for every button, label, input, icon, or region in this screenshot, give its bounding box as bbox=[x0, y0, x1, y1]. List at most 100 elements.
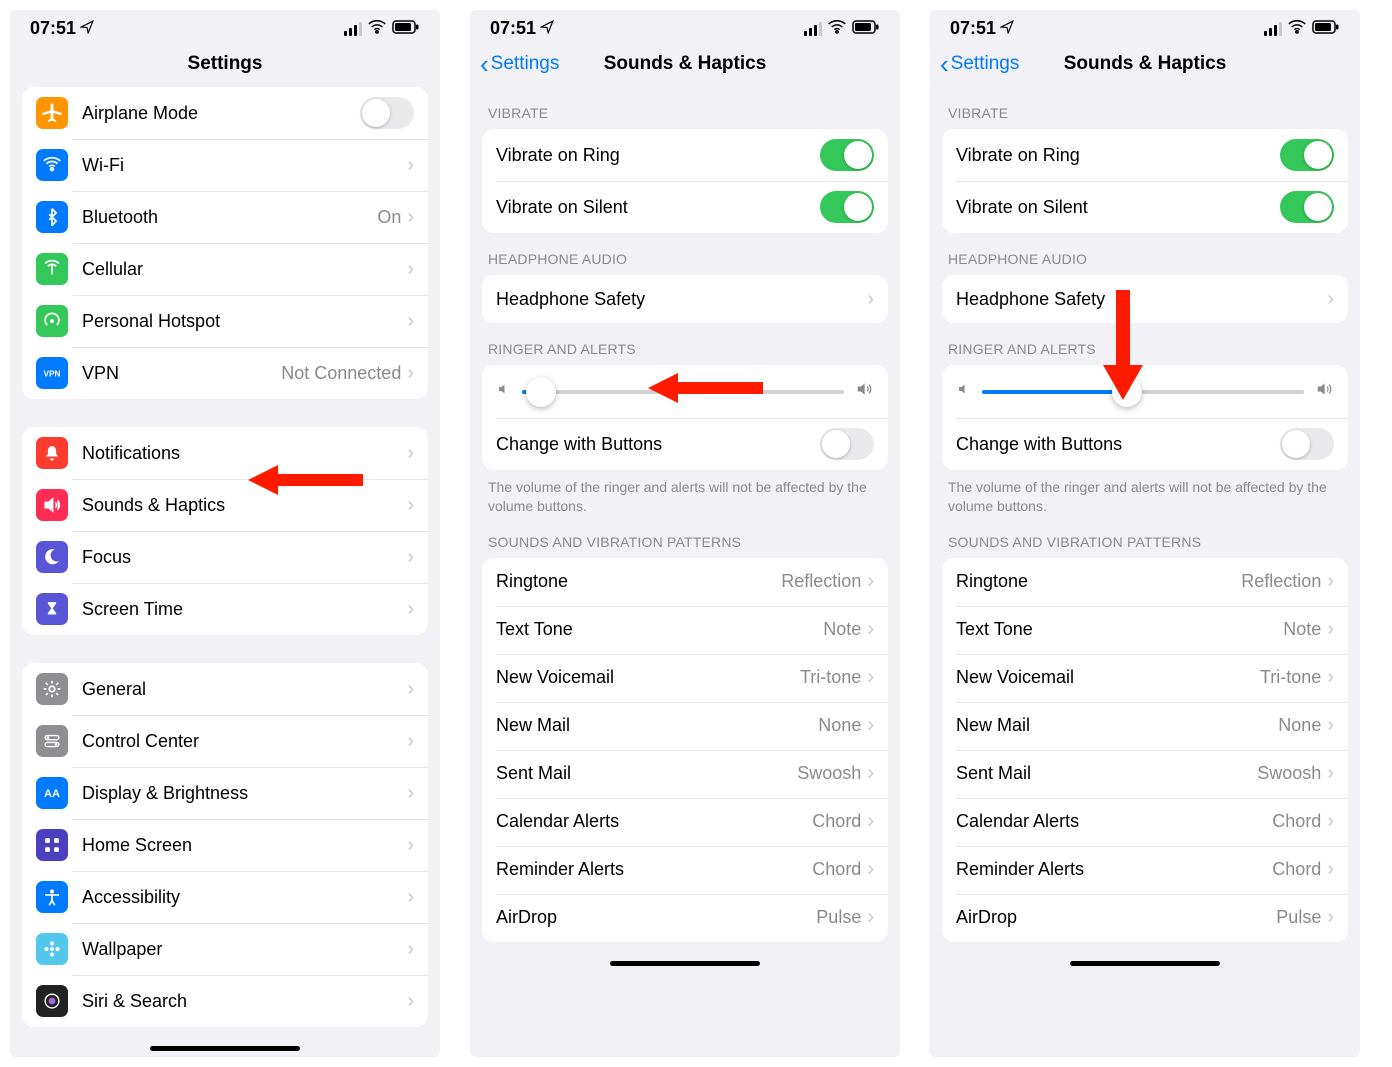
row-text-tone[interactable]: Text ToneNote› bbox=[942, 606, 1348, 654]
row-ringtone[interactable]: RingtoneReflection› bbox=[482, 558, 888, 606]
row-label: Bluetooth bbox=[82, 207, 377, 228]
row-label: Calendar Alerts bbox=[496, 811, 812, 832]
toggle-switch[interactable] bbox=[1280, 428, 1334, 460]
speaker-low-icon bbox=[956, 381, 972, 402]
row-reminder-alerts[interactable]: Reminder AlertsChord› bbox=[482, 846, 888, 894]
chevron-right-icon: › bbox=[407, 546, 414, 569]
row-label: Sent Mail bbox=[956, 763, 1257, 784]
row-change-with-buttons[interactable]: Change with Buttons bbox=[482, 418, 888, 470]
settings-row-display-brightness[interactable]: AA Display & Brightness› bbox=[22, 767, 428, 819]
settings-row-control-center[interactable]: Control Center› bbox=[22, 715, 428, 767]
settings-row-focus[interactable]: Focus› bbox=[22, 531, 428, 583]
settings-row-siri-search[interactable]: Siri & Search› bbox=[22, 975, 428, 1027]
row-new-mail[interactable]: New MailNone› bbox=[942, 702, 1348, 750]
settings-row-wi-fi[interactable]: Wi-Fi› bbox=[22, 139, 428, 191]
row-vibrate-on-silent[interactable]: Vibrate on Silent bbox=[482, 181, 888, 233]
toggle-switch[interactable] bbox=[820, 139, 874, 171]
row-airdrop[interactable]: AirDropPulse› bbox=[942, 894, 1348, 942]
row-headphone-safety[interactable]: Headphone Safety› bbox=[482, 275, 888, 323]
cellular-icon bbox=[36, 253, 68, 285]
vpn-icon: VPN bbox=[36, 357, 68, 389]
chevron-right-icon: › bbox=[1327, 906, 1334, 929]
toggle-switch[interactable] bbox=[820, 191, 874, 223]
row-vibrate-on-ring[interactable]: Vibrate on Ring bbox=[482, 129, 888, 181]
settings-row-general[interactable]: General› bbox=[22, 663, 428, 715]
row-label: Reminder Alerts bbox=[496, 859, 812, 880]
svg-text:AA: AA bbox=[44, 788, 60, 800]
row-change-with-buttons[interactable]: Change with Buttons bbox=[942, 418, 1348, 470]
page-title: Sounds & Haptics bbox=[1064, 53, 1227, 75]
nav-bar: ‹Settings Sounds & Haptics bbox=[930, 43, 1360, 87]
chevron-right-icon: › bbox=[407, 730, 414, 753]
speaker-high-icon bbox=[854, 379, 874, 404]
status-time: 07:51 bbox=[490, 18, 536, 39]
row-vibrate-on-silent[interactable]: Vibrate on Silent bbox=[942, 181, 1348, 233]
back-button[interactable]: ‹Settings bbox=[940, 51, 1019, 77]
section-header-vibrate: Vibrate bbox=[930, 87, 1360, 129]
chevron-right-icon: › bbox=[1327, 762, 1334, 785]
nav-bar: ‹Settings Sounds & Haptics bbox=[470, 43, 900, 87]
row-label: Screen Time bbox=[82, 599, 407, 620]
section-header-ringer: Ringer and Alerts bbox=[470, 323, 900, 365]
settings-row-vpn[interactable]: VPN VPNNot Connected› bbox=[22, 347, 428, 399]
row-sent-mail[interactable]: Sent MailSwoosh› bbox=[482, 750, 888, 798]
chevron-right-icon: › bbox=[867, 906, 874, 929]
row-value: On bbox=[377, 207, 401, 228]
section-header-patterns: Sounds and Vibration Patterns bbox=[470, 516, 900, 558]
page-title: Settings bbox=[188, 53, 263, 75]
chevron-right-icon: › bbox=[867, 762, 874, 785]
status-bar: 07:51 bbox=[10, 10, 440, 43]
chevron-left-icon: ‹ bbox=[940, 51, 949, 77]
home-indicator[interactable] bbox=[1070, 961, 1220, 966]
row-vibrate-on-ring[interactable]: Vibrate on Ring bbox=[942, 129, 1348, 181]
location-icon bbox=[540, 18, 554, 39]
toggle-switch[interactable] bbox=[1280, 139, 1334, 171]
settings-row-airplane-mode[interactable]: Airplane Mode bbox=[22, 87, 428, 139]
row-calendar-alerts[interactable]: Calendar AlertsChord› bbox=[482, 798, 888, 846]
home-indicator[interactable] bbox=[150, 1046, 300, 1051]
settings-row-cellular[interactable]: Cellular› bbox=[22, 243, 428, 295]
settings-row-home-screen[interactable]: Home Screen› bbox=[22, 819, 428, 871]
chevron-right-icon: › bbox=[407, 362, 414, 385]
settings-row-wallpaper[interactable]: Wallpaper› bbox=[22, 923, 428, 975]
airplane-icon bbox=[36, 97, 68, 129]
toggle-switch[interactable] bbox=[820, 428, 874, 460]
back-button[interactable]: ‹Settings bbox=[480, 51, 559, 77]
row-label: Airplane Mode bbox=[82, 103, 360, 124]
section-header-vibrate: Vibrate bbox=[470, 87, 900, 129]
row-new-voicemail[interactable]: New VoicemailTri-tone› bbox=[942, 654, 1348, 702]
location-icon bbox=[80, 18, 94, 39]
row-sent-mail[interactable]: Sent MailSwoosh › bbox=[942, 750, 1348, 798]
row-ringtone[interactable]: RingtoneReflection› bbox=[942, 558, 1348, 606]
row-label: Home Screen bbox=[82, 835, 407, 856]
settings-row-accessibility[interactable]: Accessibility› bbox=[22, 871, 428, 923]
row-label: Personal Hotspot bbox=[82, 311, 407, 332]
slider-thumb[interactable] bbox=[526, 377, 556, 407]
toggle-switch[interactable] bbox=[1280, 191, 1334, 223]
row-airdrop[interactable]: AirDropPulse› bbox=[482, 894, 888, 942]
home-indicator[interactable] bbox=[610, 961, 760, 966]
chevron-right-icon: › bbox=[867, 288, 874, 311]
row-value: Swoosh bbox=[1257, 763, 1321, 784]
row-calendar-alerts[interactable]: Calendar AlertsChord› bbox=[942, 798, 1348, 846]
row-reminder-alerts[interactable]: Reminder AlertsChord› bbox=[942, 846, 1348, 894]
settings-row-personal-hotspot[interactable]: Personal Hotspot› bbox=[22, 295, 428, 347]
row-new-mail[interactable]: New MailNone› bbox=[482, 702, 888, 750]
chevron-right-icon: › bbox=[1327, 858, 1334, 881]
bluetooth-icon bbox=[36, 201, 68, 233]
row-new-voicemail[interactable]: New VoicemailTri-tone› bbox=[482, 654, 888, 702]
status-bar: 07:51 bbox=[470, 10, 900, 43]
chevron-left-icon: ‹ bbox=[480, 51, 489, 77]
chevron-right-icon: › bbox=[407, 678, 414, 701]
chevron-right-icon: › bbox=[407, 938, 414, 961]
settings-row-screen-time[interactable]: Screen Time› bbox=[22, 583, 428, 635]
row-label: Wallpaper bbox=[82, 939, 407, 960]
back-label: Settings bbox=[951, 53, 1020, 75]
row-label: Ringtone bbox=[956, 571, 1241, 592]
toggle-switch[interactable] bbox=[360, 97, 414, 129]
signal-icon bbox=[344, 22, 362, 36]
row-label: New Mail bbox=[496, 715, 818, 736]
row-text-tone[interactable]: Text ToneNote› bbox=[482, 606, 888, 654]
row-label: Text Tone bbox=[496, 619, 823, 640]
settings-row-bluetooth[interactable]: BluetoothOn› bbox=[22, 191, 428, 243]
